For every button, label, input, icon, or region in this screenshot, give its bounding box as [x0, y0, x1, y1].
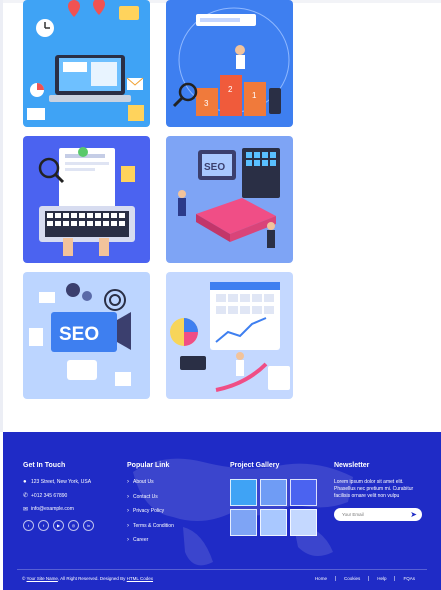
contact-column: Get In Touch ● 123 Street, New York, USA… — [23, 462, 123, 531]
popular-links-title: Popular Link — [127, 462, 170, 469]
newsletter-form: ➤ — [334, 508, 422, 521]
phone-text: +012 345 67890 — [31, 492, 68, 499]
bottom-link-home[interactable]: Home — [307, 576, 335, 581]
footer-link-privacy[interactable]: › Privacy Policy — [127, 508, 217, 514]
portfolio-image-seo-team[interactable]: SEO — [166, 136, 293, 263]
envelope-icon: ✉ — [23, 506, 29, 513]
svg-text:2: 2 — [228, 85, 233, 94]
bottom-link-faqs[interactable]: FQAs — [394, 576, 423, 581]
linkedin-icon[interactable]: in — [83, 520, 94, 531]
phone-row: ✆ +012 345 67890 — [23, 492, 123, 500]
copyright-middle: , All Right Reserved. Designed By — [57, 576, 126, 581]
portfolio-image-ranking[interactable]: 3 2 1 — [166, 0, 293, 127]
newsletter-title: Newsletter — [334, 462, 370, 469]
footer-link-contact[interactable]: › Contact Us — [127, 494, 217, 500]
email-row: ✉ info@example.com — [23, 506, 123, 513]
gallery-thumb[interactable] — [260, 479, 287, 506]
footer-link-label: Privacy Policy — [133, 508, 165, 514]
portfolio-image-seo-marketing[interactable]: SEO — [23, 272, 150, 399]
social-links: t f ▶ ◎ in — [23, 520, 123, 531]
svg-text:SEO: SEO — [204, 162, 225, 173]
gallery-thumb[interactable] — [260, 509, 287, 536]
footer-link-career[interactable]: › Career — [127, 537, 217, 543]
svg-text:SEO: SEO — [59, 324, 99, 345]
svg-text:3: 3 — [204, 99, 209, 108]
newsletter-description: Lorem ipsum dolor sit amet elit. Phasell… — [334, 479, 414, 499]
footer-link-label: Terms & Condition — [133, 522, 174, 529]
gallery-thumb[interactable] — [230, 479, 257, 506]
footer-link-about[interactable]: › About Us — [127, 479, 217, 485]
site-footer: Get In Touch ● 123 Street, New York, USA… — [3, 432, 441, 590]
gallery-thumb[interactable] — [290, 509, 317, 536]
bottom-link-help[interactable]: Help — [368, 576, 394, 581]
facebook-icon[interactable]: f — [38, 520, 49, 531]
site-name-link[interactable]: Your Site Name — [27, 576, 58, 581]
email-text[interactable]: info@example.com — [31, 506, 74, 512]
portfolio-image-analytics[interactable] — [23, 0, 150, 127]
gallery-thumb[interactable] — [290, 479, 317, 506]
phone-icon: ✆ — [23, 493, 29, 499]
bottom-link-cookies[interactable]: Cookies — [334, 576, 368, 581]
gallery-column: Project Gallery — [230, 462, 325, 536]
svg-text:1: 1 — [252, 91, 257, 100]
gallery-thumb[interactable] — [230, 509, 257, 536]
newsletter-email-input[interactable] — [342, 512, 402, 517]
footer-link-label: Contact Us — [133, 493, 158, 500]
send-icon[interactable]: ➤ — [410, 510, 417, 519]
address-row: ● 123 Street, New York, USA — [23, 479, 123, 485]
youtube-icon[interactable]: ▶ — [53, 520, 64, 531]
location-pin-icon: ● — [23, 479, 27, 485]
copyright-symbol: © — [22, 576, 26, 581]
copyright-text: © Your Site Name, All Right Reserved. De… — [22, 576, 153, 581]
portfolio-image-keyboard[interactable] — [23, 136, 150, 263]
gallery-grid — [230, 479, 325, 536]
portfolio-image-dashboard[interactable] — [166, 272, 293, 399]
twitter-icon[interactable]: t — [23, 520, 34, 531]
popular-links-column: Popular Link › About Us › Contact Us › Priv… — [127, 462, 217, 552]
footer-divider — [17, 569, 427, 570]
newsletter-column: Newsletter Lorem ipsum dolor sit amet el… — [334, 462, 434, 521]
gallery-title: Project Gallery — [230, 462, 280, 469]
left-divider — [0, 0, 3, 432]
footer-link-label: About Us — [133, 479, 154, 485]
contact-title: Get In Touch — [23, 462, 66, 469]
designer-link[interactable]: HTML Codex — [127, 576, 153, 581]
bottom-links: Home Cookies Help FQAs — [307, 576, 423, 581]
footer-link-terms[interactable]: › Terms & Condition — [127, 523, 217, 529]
address-text: 123 Street, New York, USA — [31, 479, 92, 485]
instagram-icon[interactable]: ◎ — [68, 520, 79, 531]
footer-link-label: Career — [133, 537, 149, 543]
